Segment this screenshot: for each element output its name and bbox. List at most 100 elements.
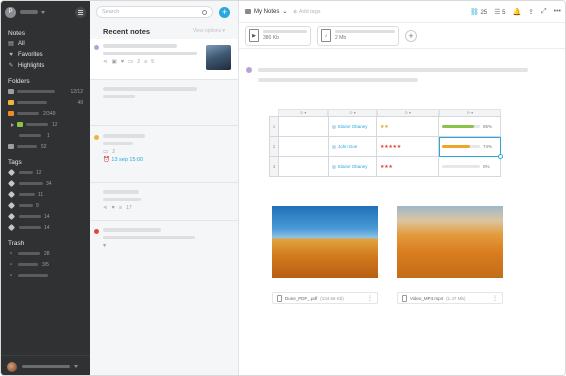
table-row[interactable]: 1 Elaine Obaney ★★ 85% xyxy=(269,116,501,137)
note-icon: ▫ xyxy=(9,261,13,268)
file-caption[interactable]: Dune_PDF_.pdf (134.56 Kb) ⋮ xyxy=(272,292,378,304)
chevron-down-icon[interactable] xyxy=(41,10,45,14)
expand-icon[interactable]: ⤢ xyxy=(541,8,547,16)
table-row[interactable]: 3 Elaine Obaney ★★★ 0% xyxy=(269,156,501,177)
row-number[interactable]: 3 xyxy=(269,156,279,177)
folder-name xyxy=(17,145,37,148)
attachment-audio[interactable]: ♪ 2 Mb xyxy=(317,25,399,46)
sidebar-item-highlights[interactable]: ✎ Highlights xyxy=(1,60,90,71)
tag-item[interactable]: 9 xyxy=(1,200,90,211)
share-icon[interactable]: ⇪ xyxy=(528,8,534,16)
note-item[interactable]: ▭ 2 ⏰ 13 sep 15:00 xyxy=(90,126,238,183)
note-item[interactable]: ♥ xyxy=(90,221,238,256)
table-cell[interactable]: Elaine Obaney xyxy=(328,156,377,177)
folder-count: 1 xyxy=(47,132,50,139)
note-item[interactable]: ⋖ ♥ ≡ 17 xyxy=(90,183,238,221)
table-cell[interactable]: 85% xyxy=(438,116,501,137)
breadcrumb-folder[interactable]: My Notes xyxy=(254,9,279,15)
folder-item[interactable]: 12 xyxy=(1,119,90,130)
account-bar[interactable]: P xyxy=(1,1,90,23)
attachment-video[interactable]: ▶ 380 Kb xyxy=(245,25,311,46)
add-note-button[interactable]: + xyxy=(219,6,230,18)
table-cell[interactable] xyxy=(278,116,329,137)
more-icon[interactable]: ⋮ xyxy=(492,295,498,302)
tag-count: 14 xyxy=(44,213,50,220)
search-icon[interactable] xyxy=(202,9,207,15)
more-icon[interactable]: ••• xyxy=(554,8,561,15)
row-number[interactable]: 1 xyxy=(269,116,279,137)
add-tags-button[interactable]: ⬖ Add tags xyxy=(293,9,320,15)
resize-handle[interactable] xyxy=(498,154,503,159)
file-name: Dune_PDF_.pdf xyxy=(285,295,318,301)
profile-bar[interactable] xyxy=(1,355,90,375)
rating-stars: ★★★ xyxy=(380,163,393,170)
trash-item[interactable]: ▫ xyxy=(1,270,90,281)
column-handle[interactable]: ⊙ ▾ xyxy=(376,109,439,116)
chevron-down-icon[interactable] xyxy=(74,365,78,368)
desert-car-image[interactable] xyxy=(397,206,503,278)
folder-item[interactable]: 12/12 xyxy=(1,86,90,97)
table-cell[interactable]: ★★★★★ xyxy=(376,136,439,157)
reminder-label[interactable]: ⏰ 13 sep 15:00 xyxy=(103,157,226,163)
table-cell[interactable]: ★★★ xyxy=(376,156,439,177)
menu-icon[interactable] xyxy=(75,6,86,18)
note-item[interactable] xyxy=(90,80,238,126)
notes-icon: ▤ xyxy=(8,41,14,47)
table-cell[interactable]: Elaine Obaney xyxy=(328,116,377,137)
account-name[interactable] xyxy=(20,10,38,14)
folder-item[interactable]: 2/349 xyxy=(1,108,90,119)
note-table[interactable]: ⊙ ▾ ⊙ ▾ ⊙ ▾ ⊙ ▾ 1 Elaine Obaney ★★ 85% 2 xyxy=(269,109,503,177)
avatar[interactable] xyxy=(7,361,17,372)
column-handle[interactable]: ⊙ ▾ xyxy=(278,109,329,116)
folder-item[interactable]: 49 xyxy=(1,97,90,108)
folder-item[interactable]: 1 xyxy=(1,130,90,141)
note-text-line[interactable] xyxy=(258,78,418,82)
trash-count: 28 xyxy=(44,250,50,257)
tag-item[interactable]: 12 xyxy=(1,167,90,178)
table-cell[interactable] xyxy=(278,136,329,157)
avatar xyxy=(332,144,336,149)
row-number[interactable]: 2 xyxy=(269,136,279,157)
column-handle[interactable]: ⊙ ▾ xyxy=(328,109,377,116)
caret-right-icon[interactable] xyxy=(11,122,14,127)
tag-item[interactable]: 11 xyxy=(1,189,90,200)
links-counter[interactable]: ⛓ 25 xyxy=(470,8,487,16)
table-cell[interactable]: John Doe xyxy=(328,136,377,157)
note-title[interactable] xyxy=(258,68,528,72)
view-options-button[interactable]: View options ▾ xyxy=(193,28,225,34)
trash-item[interactable]: ▫ 28 xyxy=(1,248,90,259)
bell-icon[interactable]: 🔔 xyxy=(512,8,521,16)
more-icon[interactable]: ⋮ xyxy=(367,295,373,302)
column-handle[interactable]: ⊙ ▾ xyxy=(438,109,501,116)
add-attachment-button[interactable]: + xyxy=(405,29,417,42)
table-cell[interactable]: ★★ xyxy=(376,116,439,137)
file-caption[interactable]: Video_MP4.mp4 (1.47 Mb) ⋮ xyxy=(397,292,503,304)
folder-item[interactable]: 52 xyxy=(1,141,90,152)
progress-bar: 85% xyxy=(442,124,497,129)
trash-item[interactable]: ▫ 3/5 xyxy=(1,259,90,270)
table-grid[interactable]: 1 Elaine Obaney ★★ 85% 2 John Doe ★★★★★ … xyxy=(269,116,503,177)
trash-item-name xyxy=(18,252,40,255)
tag-name xyxy=(19,171,33,174)
note-item[interactable]: ⋖ ▣ ♥ ▭ 2 ≡ 5 xyxy=(90,39,238,80)
link-icon: ⛓ xyxy=(469,8,479,16)
account-avatar[interactable]: P xyxy=(5,6,16,18)
table-cell[interactable] xyxy=(278,156,329,177)
table-cell[interactable]: 0% xyxy=(438,156,501,177)
breadcrumb[interactable]: My Notes ⌄ xyxy=(245,8,287,15)
tag-item[interactable]: 34 xyxy=(1,178,90,189)
checklist-counter[interactable]: ☰ 5 xyxy=(494,8,505,16)
sidebar-item-favorites[interactable]: ♥ Favorites xyxy=(1,49,90,60)
chevron-down-icon[interactable]: ⌄ xyxy=(282,8,287,15)
table-row[interactable]: 2 John Doe ★★★★★ 74% xyxy=(269,136,503,159)
attachment-name xyxy=(335,30,395,33)
table-cell-selected[interactable]: 74% xyxy=(438,136,503,159)
image-card[interactable]: Video_MP4.mp4 (1.47 Mb) ⋮ xyxy=(397,206,503,304)
note-title xyxy=(103,190,139,194)
search-input[interactable]: Search xyxy=(96,6,213,18)
tag-item[interactable]: 14 xyxy=(1,222,90,233)
desert-dunes-image[interactable] xyxy=(272,206,378,278)
sidebar-item-all[interactable]: ▤ All xyxy=(1,38,90,49)
tag-item[interactable]: 14 xyxy=(1,211,90,222)
image-card[interactable]: Dune_PDF_.pdf (134.56 Kb) ⋮ xyxy=(272,206,378,304)
